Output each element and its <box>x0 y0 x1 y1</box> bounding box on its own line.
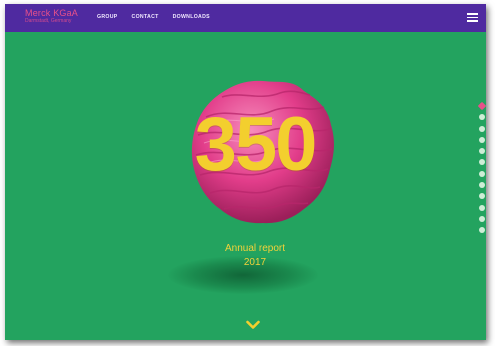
pagination-dot[interactable] <box>479 215 485 222</box>
nav-group[interactable]: GROUP <box>97 14 118 20</box>
pagination-dot[interactable] <box>477 101 486 111</box>
pagination-dot[interactable] <box>479 182 485 189</box>
pagination-dot[interactable] <box>479 159 485 166</box>
main-nav: GROUP CONTACT DOWNLOADS <box>97 14 210 20</box>
report-year[interactable]: 2017 <box>175 257 335 269</box>
pagination-dot[interactable] <box>479 114 485 121</box>
pagination-dot[interactable] <box>479 193 485 200</box>
logo-name: Merck KGaA <box>25 8 79 18</box>
chevron-down-icon[interactable] <box>246 320 260 330</box>
section-pagination <box>477 101 486 239</box>
pagination-dot[interactable] <box>479 227 485 234</box>
pagination-dot[interactable] <box>479 136 485 143</box>
nav-contact[interactable]: CONTACT <box>132 14 159 20</box>
report-title[interactable]: Annual report <box>175 243 335 255</box>
pagination-dot[interactable] <box>479 204 485 211</box>
top-navigation-bar: Merck KGaA Darmstadt, Germany GROUP CONT… <box>5 4 486 32</box>
nav-downloads[interactable]: DOWNLOADS <box>173 14 210 20</box>
logo-subtitle: Darmstadt, Germany <box>25 18 72 24</box>
hamburger-menu-icon[interactable] <box>467 13 478 22</box>
pagination-dot[interactable] <box>479 125 485 132</box>
page-frame: Merck KGaA Darmstadt, Germany GROUP CONT… <box>5 4 486 340</box>
anniversary-number: 350 <box>194 102 318 187</box>
company-logo[interactable]: Merck KGaA Darmstadt, Germany <box>25 9 78 24</box>
pagination-dot[interactable] <box>479 148 485 155</box>
pagination-dot[interactable] <box>479 170 485 177</box>
